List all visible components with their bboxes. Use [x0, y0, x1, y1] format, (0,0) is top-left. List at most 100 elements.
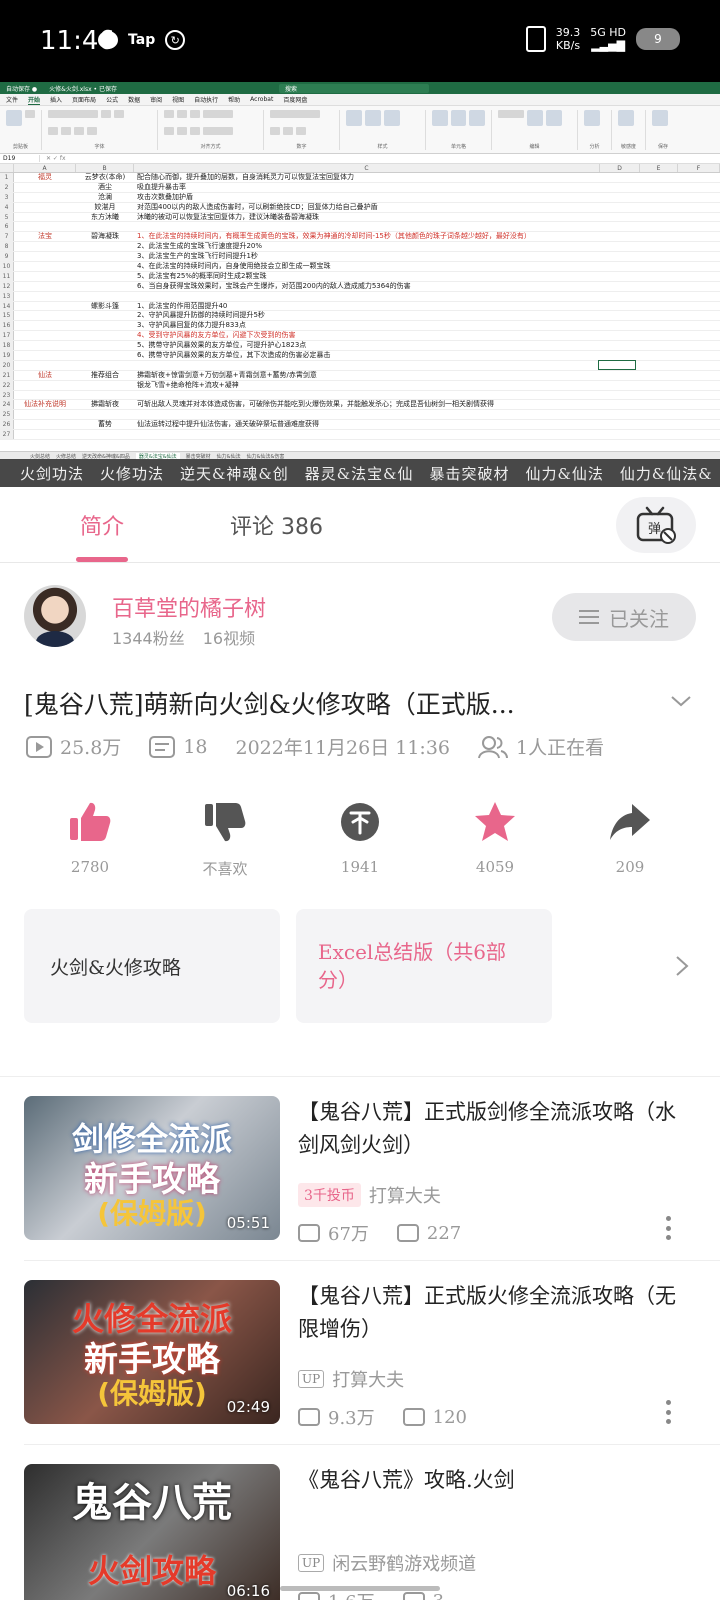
list-item[interactable]: 剑修全流派 新手攻略 (保姆版) 05:51 【鬼谷八荒】正式版剑修全流派攻略（…: [24, 1096, 696, 1245]
up-badge: UP: [298, 1370, 325, 1388]
table-cell: 配合随心而御，提升叠加的层数，自身消耗灵力可以恢复法宝回复体力: [137, 173, 354, 181]
detail-tabs: 简介 评论 386 弹: [0, 487, 720, 563]
table-cell: [134, 391, 600, 400]
share-button[interactable]: 209: [580, 800, 680, 879]
table-cell: 19: [0, 351, 14, 360]
list-item[interactable]: 火修全流派 新手攻略 (保姆版) 02:49 【鬼谷八荒】正式版火修全流派攻略（…: [24, 1280, 696, 1429]
rec-title[interactable]: 【鬼谷八荒】正式版火修全流派攻略（无限增伤）: [298, 1280, 690, 1346]
table-cell: [76, 272, 134, 281]
excel-selected-cell: [598, 360, 636, 370]
share-arrow-icon: [610, 804, 650, 840]
table-cell: 6、当自身获得宝珠效果时，宝珠会产生爆炸，对范围200内的敌人造成威力5364的…: [137, 281, 411, 290]
table-cell: [14, 361, 76, 370]
chevron-right-icon[interactable]: [672, 954, 692, 978]
table-cell: 可斩出敌人灵魂并对本体造成伤害，可破除伤并能吃到火爆伤效果，并能触发杀心；完成昆…: [137, 400, 494, 409]
table-cell: [76, 351, 134, 360]
table-cell: 碧海凝珠: [91, 232, 119, 241]
tab-active-indicator: [76, 557, 128, 562]
table-cell: 吸血提升暴击率: [137, 182, 186, 191]
video-thumbnail[interactable]: 剑修全流派 新手攻略 (保姆版) 05:51: [24, 1096, 280, 1240]
table-cell: 5、此法宝有25%的概率同时生成2颗宝珠: [137, 271, 267, 280]
excel-menu-item: 帮助: [228, 97, 241, 104]
follow-button[interactable]: 已关注: [552, 593, 696, 641]
table-cell: 22: [0, 380, 14, 390]
excel-autosave: 自动保存 ●: [6, 85, 38, 93]
table-cell: [76, 430, 134, 439]
table-cell: [76, 282, 134, 291]
tab-intro[interactable]: 简介: [80, 509, 124, 541]
excel-name-box: D19: [0, 155, 40, 162]
uploader-stats: 1344粉丝 16视频: [112, 625, 255, 649]
vibrate-icon: [525, 26, 546, 52]
excel-menu-item: 插入: [50, 97, 63, 104]
tab-comments[interactable]: 评论 386: [230, 509, 323, 541]
table-cell: 推荐组合: [91, 370, 119, 379]
table-cell: 3: [0, 192, 14, 202]
play-count-icon: [298, 1592, 320, 1600]
danmaku-count-icon: [396, 1224, 419, 1242]
table-cell: 16: [0, 321, 14, 331]
danmaku-toggle-button[interactable]: 弹: [616, 497, 696, 553]
table-cell: [14, 331, 76, 340]
table-cell: 2、守护风暴提升防御的持续时间提升5秒: [137, 311, 265, 320]
chevron-down-icon[interactable]: [670, 690, 692, 712]
excel-sheet: 1 福灵 云梦衣(本命) 配合随心而御，提升叠加的层数，自身消耗灵力可以恢复法宝回复体…: [0, 173, 720, 451]
video-thumbnail[interactable]: 火修全流派 新手攻略 (保姆版) 02:49: [24, 1280, 280, 1424]
table-cell: 9: [0, 252, 14, 262]
table-row: 7 法宝 碧海凝珠 1、在此法宝的持续时间内，有概率生成黄色的宝珠，效果为神通的冷却时…: [0, 232, 720, 243]
table-cell: 4、在此法宝的持续时间内，自身使用绝技会立即生成一颗宝珠: [137, 262, 331, 271]
table-cell: 8: [0, 242, 14, 252]
list-item[interactable]: 鬼谷八荒 火剑攻略 06:16 《鬼谷八荒》攻略.火剑 UP 闲云野鹤游戏频道 …: [24, 1464, 696, 1600]
net-speed: 39.3 KB/s: [555, 26, 581, 52]
status-bar: 11:46 Tap ↻ 39.3 KB/s 5G HD ▂▃▅▇ 9: [0, 0, 720, 82]
dislike-button[interactable]: 不喜欢: [175, 800, 275, 879]
table-cell: 蓄势: [98, 420, 112, 429]
table-cell: 10: [0, 262, 14, 271]
table-cell: 福灵: [38, 173, 52, 181]
table-cell: 3、守护风暴回复的体力提升833点: [137, 321, 246, 330]
table-cell: 4: [0, 202, 14, 212]
rec-title[interactable]: 《鬼谷八荒》攻略.火剑: [298, 1464, 690, 1497]
video-thumbnail[interactable]: 鬼谷八荒 火剑攻略 06:16: [24, 1464, 280, 1600]
collection-card-series[interactable]: 火剑&火修攻略: [24, 909, 280, 1023]
follow-label: 已关注: [609, 606, 669, 631]
table-cell: 27: [0, 430, 14, 440]
video-title[interactable]: [鬼谷八荒]萌新向火剑&火修攻略（正式版...: [24, 685, 644, 721]
avatar[interactable]: [24, 585, 86, 647]
table-row: 2 酒尘 吸血提升暴击率: [0, 182, 720, 193]
excel-column-headers: A B C D E F: [0, 164, 720, 173]
table-cell: [76, 321, 134, 330]
like-button[interactable]: 2780: [40, 800, 140, 879]
home-indicator[interactable]: [280, 1586, 440, 1591]
table-cell: [14, 292, 76, 301]
table-cell: [14, 262, 76, 271]
table-cell: 1、此法宝的作用范围提升40: [137, 301, 228, 310]
uploader-name[interactable]: 百草堂的橘子树: [112, 591, 266, 623]
list-divider: [24, 1444, 720, 1445]
table-cell: [14, 272, 76, 281]
notification-icons: Tap ↻: [98, 30, 186, 50]
table-cell: [14, 391, 76, 400]
more-options-icon[interactable]: [666, 1216, 672, 1240]
table-cell: [76, 331, 134, 340]
table-cell: [14, 242, 76, 251]
table-cell: [76, 252, 134, 261]
table-cell: 17: [0, 331, 14, 341]
collection-card-excel[interactable]: Excel总结版（共6部分）: [296, 909, 552, 1023]
table-cell: [134, 292, 600, 301]
more-options-icon[interactable]: [666, 1400, 672, 1424]
table-cell: [76, 262, 134, 271]
favorite-button[interactable]: 4059: [445, 800, 545, 879]
table-row: 10 4、在此法宝的持续时间内，自身使用绝技会立即生成一颗宝珠: [0, 262, 720, 272]
table-cell: [14, 321, 76, 330]
tap-app-icon: Tap: [128, 32, 156, 48]
table-row: 13: [0, 291, 720, 302]
video-player[interactable]: 自动保存 ● 火修&火剑.xlsx • 已保存 搜索 文件 开始 插入 页面布局 公式 数…: [0, 82, 720, 487]
watching-now: 1人正在看: [516, 737, 605, 759]
table-cell: 24: [0, 400, 14, 410]
table-cell: 2、此法宝生成的宝珠飞行速度提升20%: [137, 242, 263, 251]
table-cell: [14, 193, 76, 202]
coin-button[interactable]: 1941: [310, 800, 410, 879]
rec-title[interactable]: 【鬼谷八荒】正式版剑修全流派攻略（水剑风剑火剑）: [298, 1096, 690, 1162]
table-row: 1 福灵 云梦衣(本命) 配合随心而御，提升叠加的层数，自身消耗灵力可以恢复法宝回复体…: [0, 173, 720, 183]
